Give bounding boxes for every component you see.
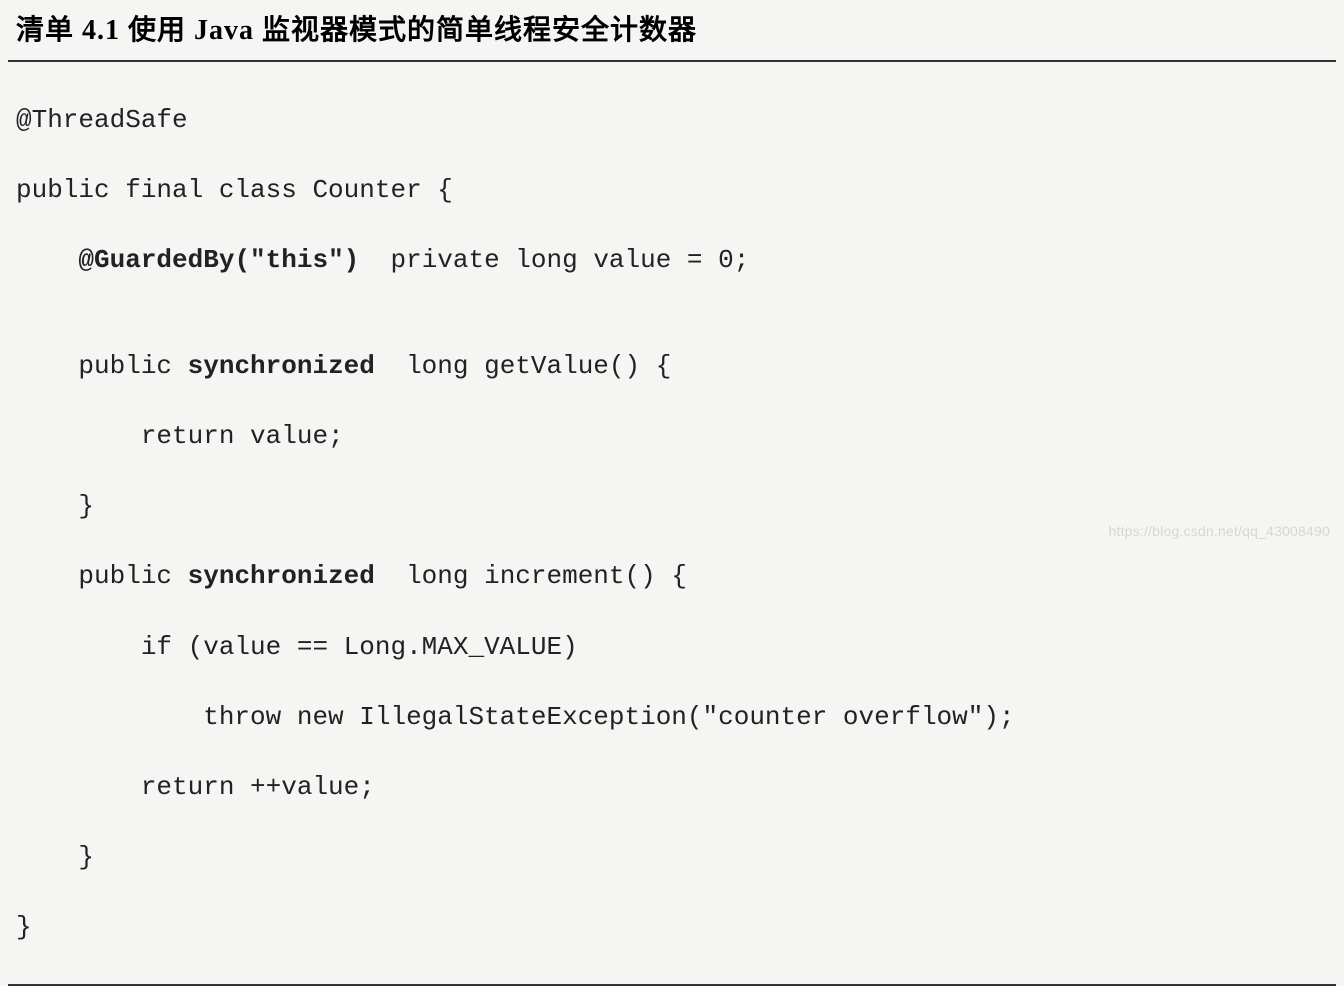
keyword-synchronized: synchronized [188,351,375,381]
code-text: public [16,351,188,381]
code-line: throw new IllegalStateException("counter… [16,700,1328,735]
code-line: } [16,840,1328,875]
code-text: long increment() { [375,561,687,591]
code-line: public synchronized long getValue() { [16,349,1328,384]
code-line: return value; [16,419,1328,454]
code-line: public final class Counter { [16,173,1328,208]
code-line: @ThreadSafe [16,103,1328,138]
listing-title: 清单 4.1 使用 Java 监视器模式的简单线程安全计数器 [0,0,1344,60]
code-text: private long value = 0; [359,245,749,275]
code-line: } [16,489,1328,524]
code-line: @GuardedBy("this") private long value = … [16,243,1328,278]
code-line: return ++value; [16,770,1328,805]
code-line: } [16,910,1328,945]
watermark-text: https://blog.csdn.net/qq_43008490 [1109,523,1330,539]
keyword-synchronized: synchronized [188,561,375,591]
code-text: public [16,561,188,591]
code-indent [16,245,78,275]
code-text: long getValue() { [375,351,671,381]
code-line: public synchronized long increment() { [16,559,1328,594]
annotation-guardedby: @GuardedBy("this") [78,245,359,275]
code-line: if (value == Long.MAX_VALUE) [16,630,1328,665]
